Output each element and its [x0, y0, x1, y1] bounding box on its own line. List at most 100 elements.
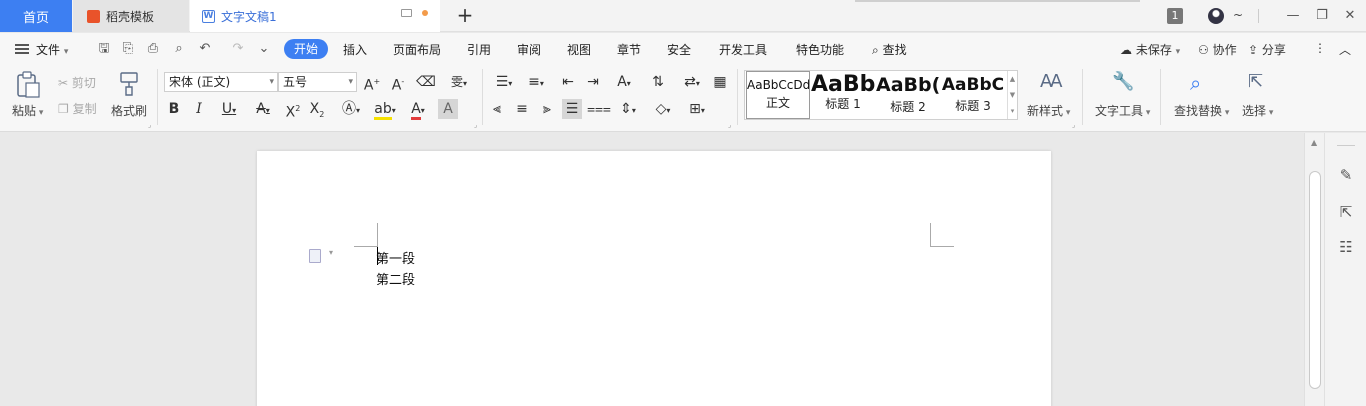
bullet-list-icon[interactable]: ☰▾: [490, 72, 518, 92]
italic-icon[interactable]: I: [189, 99, 209, 119]
file-menu[interactable]: 文件 ▾: [36, 41, 68, 58]
share-button[interactable]: ⇪ 分享: [1248, 41, 1286, 58]
menu-start[interactable]: 开始: [284, 39, 328, 59]
distributed-align-icon[interactable]: ⩶: [587, 99, 611, 119]
menu-page-layout[interactable]: 页面布局: [393, 41, 441, 58]
text-effect-icon[interactable]: Ⓐ▾: [337, 99, 365, 119]
menu-references[interactable]: 引用: [467, 41, 491, 58]
select-pointer-icon[interactable]: ⇱: [1336, 202, 1356, 222]
document-page[interactable]: ▾ 第一段 第二段: [257, 151, 1051, 406]
text-tools-button[interactable]: 文字工具 ▾: [1095, 102, 1150, 119]
select-button[interactable]: 选择 ▾: [1242, 102, 1273, 119]
select-cursor-icon[interactable]: ⇱: [1248, 71, 1270, 97]
align-center-icon[interactable]: ≡: [512, 99, 532, 119]
search-menu[interactable]: ⌕ 查找: [872, 41, 907, 58]
line-spacing-icon[interactable]: ⇕▾: [614, 99, 642, 119]
borders-icon[interactable]: ⊞▾: [683, 99, 711, 119]
subscript-icon[interactable]: X2: [307, 99, 327, 119]
font-name-select[interactable]: 宋体 (正文): [164, 72, 278, 92]
new-tab-button[interactable]: +: [456, 5, 474, 25]
find-replace-button[interactable]: 查找替换 ▾: [1174, 102, 1229, 119]
character-shading-icon[interactable]: A: [438, 99, 458, 119]
menu-chapter[interactable]: 章节: [617, 41, 641, 58]
styles-scroll[interactable]: ▲ ▼ ▾: [1007, 71, 1017, 119]
format-painter-button[interactable]: 格式刷: [111, 102, 147, 119]
menu-icon[interactable]: [15, 44, 29, 54]
numbered-list-icon[interactable]: ≡▾: [522, 72, 550, 92]
phonetic-guide-icon[interactable]: 雯▾: [444, 72, 474, 92]
font-color-icon[interactable]: A▾: [404, 99, 432, 120]
underline-icon[interactable]: U▾: [215, 99, 243, 119]
text-direction-icon[interactable]: A▾: [610, 72, 638, 92]
decrease-indent-icon[interactable]: ⇤: [558, 72, 578, 92]
increase-indent-icon[interactable]: ⇥: [583, 72, 603, 92]
highlight-icon[interactable]: ab▾: [370, 99, 400, 120]
account-menu-arrow[interactable]: ~: [1233, 8, 1243, 22]
paste-label[interactable]: 粘贴 ▾: [12, 102, 43, 119]
styles-group-launcher[interactable]: ⌟: [1072, 121, 1075, 129]
paragraph-2[interactable]: 第二段: [376, 269, 415, 288]
new-style-icon[interactable]: Ꜳ: [1040, 71, 1063, 97]
redo-icon[interactable]: ↷: [230, 41, 246, 57]
save-status[interactable]: ☁ 未保存 ▾: [1120, 41, 1180, 58]
shrink-font-icon[interactable]: A-: [388, 72, 408, 94]
menu-developer[interactable]: 开发工具: [719, 41, 767, 58]
more-options-icon[interactable]: ⋮: [1314, 41, 1326, 55]
tab-home[interactable]: 首页: [0, 0, 72, 32]
minimize-button[interactable]: —: [1283, 6, 1303, 26]
superscript-icon[interactable]: X2: [283, 99, 303, 121]
new-style-button[interactable]: 新样式 ▾: [1027, 102, 1070, 119]
grow-font-icon[interactable]: A+: [362, 72, 382, 94]
bold-icon[interactable]: B: [164, 99, 184, 119]
save-icon[interactable]: 🖫: [96, 41, 112, 57]
settings-sliders-icon[interactable]: ☷: [1336, 237, 1356, 257]
clear-format-icon[interactable]: ⌫: [416, 72, 436, 92]
sort-icon[interactable]: ⇅: [648, 72, 668, 92]
paragraph-group-launcher[interactable]: ⌟: [728, 121, 731, 129]
customize-quick-access-icon[interactable]: ⌄: [256, 41, 272, 57]
scroll-up-icon[interactable]: ▲: [1311, 138, 1317, 147]
menu-view[interactable]: 视图: [567, 41, 591, 58]
find-replace-icon[interactable]: ⌕: [1190, 71, 1214, 97]
shading-icon[interactable]: ◇▾: [649, 99, 677, 119]
scrollbar-thumb[interactable]: [1309, 171, 1321, 389]
tab-document[interactable]: W 文字文稿1: [190, 0, 440, 32]
collapse-ribbon-icon[interactable]: ︿: [1339, 41, 1351, 58]
align-left-icon[interactable]: ⫷: [487, 99, 507, 119]
justify-icon[interactable]: ☰: [562, 99, 582, 119]
export-icon[interactable]: ⎘: [120, 41, 136, 57]
paragraph-handle-arrow[interactable]: ▾: [329, 248, 333, 257]
cut-button[interactable]: ✂ 剪切: [58, 74, 96, 91]
align-right-icon[interactable]: ⫸: [537, 99, 557, 119]
menu-special-features[interactable]: 特色功能: [796, 41, 844, 58]
restore-button[interactable]: ❐: [1312, 6, 1332, 26]
print-preview-icon[interactable]: ⌕: [171, 41, 187, 57]
font-group-launcher[interactable]: ⌟: [474, 121, 477, 129]
pen-icon[interactable]: ✎: [1336, 165, 1356, 185]
vertical-scrollbar[interactable]: ▲: [1304, 133, 1324, 406]
line-spacing-mark-icon[interactable]: ⇄▾: [678, 72, 706, 92]
style-normal[interactable]: AaBbCcDd 正文: [746, 71, 810, 119]
table-layout-icon[interactable]: ▦: [710, 72, 730, 92]
clipboard-group-launcher[interactable]: ⌟: [148, 121, 151, 129]
monitor-icon[interactable]: [401, 9, 412, 17]
menu-insert[interactable]: 插入: [343, 41, 367, 58]
font-size-select[interactable]: 五号: [278, 72, 357, 92]
paragraph-1[interactable]: 第一段: [376, 248, 415, 267]
style-heading-1[interactable]: AaBb 标题 1: [811, 71, 875, 119]
collaborate-button[interactable]: ⚇ 协作: [1198, 41, 1237, 58]
style-heading-3[interactable]: AaBbC 标题 3: [941, 71, 1005, 119]
menu-review[interactable]: 审阅: [517, 41, 541, 58]
strikethrough-icon[interactable]: A▾: [249, 99, 277, 119]
copy-button[interactable]: ❐ 复制: [58, 100, 97, 117]
paragraph-handle-icon[interactable]: [309, 249, 321, 263]
tab-daoke-templates[interactable]: 稻壳模板: [73, 0, 189, 32]
print-icon[interactable]: ⎙: [145, 41, 161, 57]
format-painter-icon[interactable]: [118, 71, 140, 97]
menu-security[interactable]: 安全: [667, 41, 691, 58]
window-count-badge[interactable]: 1: [1167, 8, 1183, 24]
wrench-icon[interactable]: 🔧: [1112, 71, 1134, 97]
avatar[interactable]: [1208, 8, 1224, 24]
paste-button[interactable]: [15, 71, 41, 99]
close-button[interactable]: ✕: [1340, 6, 1360, 26]
